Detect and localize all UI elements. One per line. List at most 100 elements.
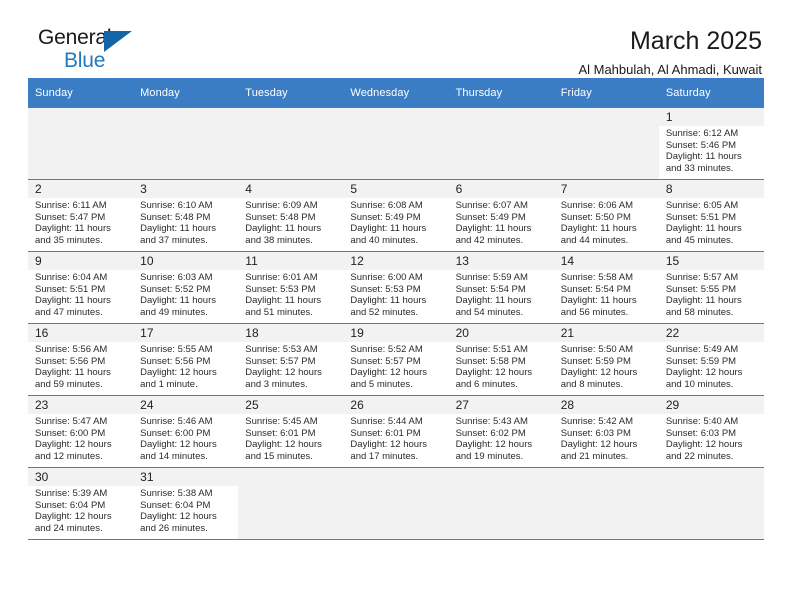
day-number: 11 [238,252,344,270]
day-details: Sunrise: 6:04 AM Sunset: 5:51 PM Daylight:… [28,270,133,318]
sunrise-text: Sunrise: 5:47 AM [35,416,108,427]
calendar-day-cell[interactable]: 20 Sunrise: 5:51 AM Sunset: 5:58 PM Dayligh… [448,323,554,396]
day-number: 17 [133,324,239,342]
calendar-week-row: 23 Sunrise: 5:47 AM Sunset: 6:00 PM Dayligh… [28,395,764,468]
calendar-day-cell-empty [448,467,554,540]
sunrise-text: Sunrise: 6:10 AM [140,200,213,211]
weekday-header-friday: Friday [553,78,659,108]
calendar-day-cell[interactable]: 16 Sunrise: 5:56 AM Sunset: 5:56 PM Dayligh… [28,323,134,396]
calendar-day-cell-empty [553,467,659,540]
sunset-text: Sunset: 5:50 PM [560,211,631,223]
day-number: 6 [448,180,554,198]
sunset-text: Sunset: 5:53 PM [350,283,421,295]
sunset-text: Sunset: 5:57 PM [245,355,316,367]
calendar-day-cell[interactable]: 8 Sunrise: 6:05 AM Sunset: 5:51 PM Daylight… [658,179,764,252]
calendar-day-cell[interactable]: 1 Sunrise: 6:12 AM Sunset: 5:46 PM Daylight… [658,107,764,180]
sunset-text: Sunset: 6:04 PM [140,499,211,511]
daylight-text: Daylight: 12 hours and 1 minute. [140,367,217,390]
daylight-text: Daylight: 11 hours and 58 minutes. [665,295,742,318]
calendar-day-cell[interactable]: 27 Sunrise: 5:43 AM Sunset: 6:02 PM Dayligh… [448,395,554,468]
day-details: Sunrise: 6:03 AM Sunset: 5:52 PM Daylight:… [133,270,238,318]
sunset-text: Sunset: 5:55 PM [665,283,737,295]
calendar-day-cell[interactable]: 24 Sunrise: 5:46 AM Sunset: 6:00 PM Dayligh… [133,395,239,468]
day-details: Sunrise: 5:45 AM Sunset: 6:01 PM Daylight:… [238,414,343,462]
sunset-text: Sunset: 5:54 PM [455,283,526,295]
calendar-page: General Blue March 2025 Al Mahbulah, Al … [0,0,792,612]
day-details: Sunrise: 5:44 AM Sunset: 6:01 PM Daylight:… [343,414,448,462]
day-number: 12 [343,252,449,270]
general-blue-logo[interactable]: General Blue [28,26,148,78]
weekday-header-monday: Monday [133,78,239,108]
calendar-day-cell[interactable]: 17 Sunrise: 5:55 AM Sunset: 5:56 PM Dayligh… [133,323,239,396]
sunrise-text: Sunrise: 5:42 AM [560,416,634,427]
daylight-text: Daylight: 11 hours and 37 minutes. [140,223,217,246]
daylight-text: Daylight: 11 hours and 42 minutes. [455,223,532,246]
title-block: March 2025 Al Mahbulah, Al Ahmadi, Kuwai… [578,26,764,80]
sunset-text: Sunset: 6:01 PM [350,427,421,439]
day-details: Sunrise: 5:51 AM Sunset: 5:58 PM Daylight:… [449,342,554,390]
calendar-day-cell[interactable]: 30 Sunrise: 5:39 AM Sunset: 6:04 PM Dayligh… [28,467,134,540]
day-details: Sunrise: 6:12 AM Sunset: 5:46 PM Daylight:… [659,126,764,174]
sunrise-text: Sunrise: 5:44 AM [350,416,423,427]
daylight-text: Daylight: 12 hours and 12 minutes. [35,439,112,462]
daylight-text: Daylight: 12 hours and 8 minutes. [560,367,638,390]
calendar-day-cell[interactable]: 23 Sunrise: 5:47 AM Sunset: 6:00 PM Dayligh… [28,395,134,468]
sunrise-text: Sunrise: 5:40 AM [665,416,739,427]
sunrise-text: Sunrise: 6:04 AM [35,272,108,283]
calendar-grid: Sunday Monday Tuesday Wednesday Thursday Frid… [28,78,764,540]
calendar-day-cell[interactable]: 19 Sunrise: 5:52 AM Sunset: 5:57 PM Dayligh… [343,323,449,396]
day-details: Sunrise: 5:39 AM Sunset: 6:04 PM Daylight:… [28,486,133,534]
calendar-body: 1 Sunrise: 6:12 AM Sunset: 5:46 PM Daylight… [28,107,764,540]
sunrise-text: Sunrise: 6:05 AM [665,200,739,211]
calendar-day-cell[interactable]: 11 Sunrise: 6:01 AM Sunset: 5:53 PM Dayligh… [238,251,344,324]
calendar-day-cell[interactable]: 29 Sunrise: 5:40 AM Sunset: 6:03 PM Dayligh… [658,395,764,468]
day-details: Sunrise: 6:11 AM Sunset: 5:47 PM Daylight:… [28,198,133,246]
calendar-day-cell[interactable]: 18 Sunrise: 5:53 AM Sunset: 5:57 PM Dayligh… [238,323,344,396]
daylight-text: Daylight: 11 hours and 56 minutes. [560,295,637,318]
calendar-day-cell-empty [658,467,764,540]
sunset-text: Sunset: 5:59 PM [665,355,737,367]
day-details: Sunrise: 5:42 AM Sunset: 6:03 PM Daylight:… [554,414,659,462]
calendar-day-cell[interactable]: 22 Sunrise: 5:49 AM Sunset: 5:59 PM Dayligh… [658,323,764,396]
day-details: Sunrise: 5:57 AM Sunset: 5:55 PM Daylight:… [659,270,764,318]
calendar-week-row: 2 Sunrise: 6:11 AM Sunset: 5:47 PM Daylight… [28,179,764,252]
weekday-header-sunday: Sunday [28,78,134,108]
calendar-day-cell[interactable]: 7 Sunrise: 6:06 AM Sunset: 5:50 PM Daylight… [553,179,659,252]
day-number: 7 [553,180,659,198]
calendar-day-cell[interactable]: 21 Sunrise: 5:50 AM Sunset: 5:59 PM Dayligh… [553,323,659,396]
sunrise-text: Sunrise: 5:59 AM [455,272,528,283]
calendar-day-cell[interactable]: 10 Sunrise: 6:03 AM Sunset: 5:52 PM Dayligh… [133,251,239,324]
calendar-day-cell[interactable]: 6 Sunrise: 6:07 AM Sunset: 5:49 PM Daylight… [448,179,554,252]
calendar-day-cell[interactable]: 12 Sunrise: 6:00 AM Sunset: 5:53 PM Dayligh… [343,251,449,324]
sunset-text: Sunset: 5:56 PM [140,355,211,367]
sunrise-text: Sunrise: 5:52 AM [350,344,423,355]
calendar-day-cell[interactable]: 13 Sunrise: 5:59 AM Sunset: 5:54 PM Dayligh… [448,251,554,324]
day-number: 25 [238,396,344,414]
weekday-header-saturday: Saturday [658,78,764,108]
calendar-day-cell[interactable]: 9 Sunrise: 6:04 AM Sunset: 5:51 PM Daylight… [28,251,134,324]
day-details: Sunrise: 5:55 AM Sunset: 5:56 PM Daylight:… [133,342,238,390]
sunrise-text: Sunrise: 6:03 AM [140,272,213,283]
calendar-day-cell[interactable]: 25 Sunrise: 5:45 AM Sunset: 6:01 PM Dayligh… [238,395,344,468]
day-details: Sunrise: 5:38 AM Sunset: 6:04 PM Daylight:… [133,486,238,534]
page-title: March 2025 [629,27,762,55]
calendar-day-cell[interactable]: 26 Sunrise: 5:44 AM Sunset: 6:01 PM Dayligh… [343,395,449,468]
sunset-text: Sunset: 5:58 PM [455,355,526,367]
calendar-day-cell[interactable]: 2 Sunrise: 6:11 AM Sunset: 5:47 PM Daylight… [28,179,134,252]
sunset-text: Sunset: 5:51 PM [35,283,106,295]
calendar-day-cell[interactable]: 15 Sunrise: 5:57 AM Sunset: 5:55 PM Dayligh… [658,251,764,324]
sunset-text: Sunset: 5:56 PM [35,355,106,367]
calendar-day-cell[interactable]: 3 Sunrise: 6:10 AM Sunset: 5:48 PM Daylight… [133,179,239,252]
calendar-day-cell[interactable]: 31 Sunrise: 5:38 AM Sunset: 6:04 PM Dayligh… [133,467,239,540]
calendar-day-cell[interactable]: 28 Sunrise: 5:42 AM Sunset: 6:03 PM Dayligh… [553,395,659,468]
calendar-day-cell[interactable]: 14 Sunrise: 5:58 AM Sunset: 5:54 PM Dayligh… [553,251,659,324]
sunset-text: Sunset: 6:00 PM [140,427,211,439]
daylight-text: Daylight: 11 hours and 54 minutes. [455,295,532,318]
day-details: Sunrise: 6:07 AM Sunset: 5:49 PM Daylight:… [449,198,554,246]
calendar-day-cell-empty [448,107,554,180]
sunset-text: Sunset: 5:51 PM [665,211,737,223]
day-number: 26 [343,396,449,414]
calendar-day-cell[interactable]: 4 Sunrise: 6:09 AM Sunset: 5:48 PM Daylight… [238,179,344,252]
calendar-day-cell[interactable]: 5 Sunrise: 6:08 AM Sunset: 5:49 PM Daylight… [343,179,449,252]
calendar-week-row: 16 Sunrise: 5:56 AM Sunset: 5:56 PM Dayligh… [28,323,764,396]
